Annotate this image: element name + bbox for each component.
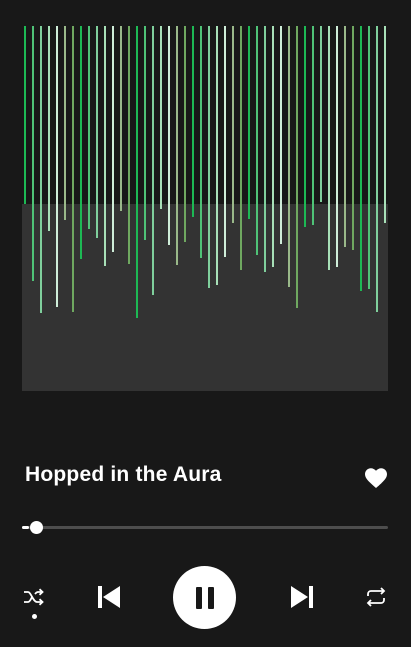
progress-knob[interactable] [30, 521, 43, 534]
artwork-line [72, 26, 74, 312]
artwork-line [240, 26, 242, 270]
shuffle-button[interactable] [20, 584, 48, 610]
shuffle-active-indicator [32, 614, 37, 619]
artwork-line [352, 26, 354, 250]
skip-previous-icon [98, 586, 120, 608]
artwork-line [280, 26, 282, 244]
repeat-icon [366, 587, 386, 607]
artwork-line [120, 26, 122, 211]
artwork-line [184, 26, 186, 242]
play-pause-button[interactable] [173, 566, 236, 629]
like-button[interactable] [362, 464, 390, 492]
artwork-line [312, 26, 314, 225]
artwork-line [288, 26, 290, 287]
artwork-line [88, 26, 90, 229]
skip-next-icon [291, 586, 313, 608]
artwork-line [64, 26, 66, 220]
artwork-line [224, 26, 226, 257]
repeat-button[interactable] [361, 583, 391, 611]
artwork-line [256, 26, 258, 255]
artwork-line [24, 26, 26, 204]
artwork-line [216, 26, 218, 285]
artwork-line [208, 26, 210, 288]
track-title: Hopped in the Aura [25, 463, 222, 486]
progress-bar[interactable] [22, 520, 388, 536]
artwork-line [80, 26, 82, 259]
album-artwork [22, 26, 388, 391]
artwork-line [136, 26, 138, 318]
artwork-line [328, 26, 330, 270]
previous-button[interactable] [92, 580, 126, 614]
artwork-line [128, 26, 130, 264]
artwork-line [176, 26, 178, 265]
pause-icon [195, 586, 214, 609]
artwork-line [232, 26, 234, 223]
artwork-line [368, 26, 370, 289]
next-button[interactable] [285, 580, 319, 614]
artwork-line [104, 26, 106, 266]
artwork-line [56, 26, 58, 307]
artwork-top-band [22, 26, 388, 204]
artwork-line [376, 26, 378, 312]
artwork-line [192, 26, 194, 217]
artwork-line [360, 26, 362, 291]
progress-fill [22, 526, 29, 529]
artwork-line [264, 26, 266, 272]
artwork-line [320, 26, 322, 202]
artwork-line [32, 26, 34, 281]
artwork-line [96, 26, 98, 238]
progress-track [22, 526, 388, 529]
shuffle-icon [24, 588, 44, 606]
artwork-line [168, 26, 170, 245]
artwork-line [160, 26, 162, 209]
artwork-line [296, 26, 298, 308]
artwork-line [272, 26, 274, 267]
artwork-line [152, 26, 154, 295]
artwork-line [144, 26, 146, 240]
artwork-line [336, 26, 338, 267]
artwork-line [200, 26, 202, 258]
artwork-line [304, 26, 306, 227]
artwork-line [40, 26, 42, 313]
artwork-visualizer [22, 26, 388, 318]
now-playing-screen: Hopped in the Aura [0, 0, 411, 647]
artwork-line [48, 26, 50, 231]
artwork-line [112, 26, 114, 252]
artwork-line [384, 26, 386, 223]
artwork-line [248, 26, 250, 219]
heart-icon [365, 468, 387, 488]
artwork-line [344, 26, 346, 247]
